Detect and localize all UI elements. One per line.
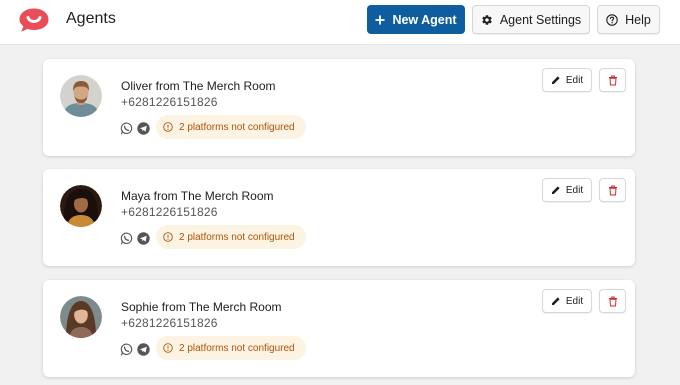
platforms-warning-text: 2 platforms not configured <box>179 231 295 243</box>
question-circle-icon <box>606 13 618 26</box>
trash-icon <box>608 75 617 85</box>
platforms-warning-text: 2 platforms not configured <box>179 342 295 354</box>
agent-name: Oliver from The Merch Room <box>121 79 276 93</box>
delete-button[interactable] <box>599 289 626 313</box>
agent-card: Oliver from The Merch Room +628122615182… <box>43 59 635 156</box>
telegram-icon[interactable] <box>137 122 150 135</box>
gear-icon <box>482 14 492 25</box>
whatsapp-icon[interactable] <box>120 122 133 135</box>
avatar <box>60 75 102 117</box>
avatar <box>60 296 102 338</box>
info-circle-icon <box>163 122 173 132</box>
delete-button[interactable] <box>599 68 626 92</box>
agent-name: Sophie from The Merch Room <box>121 300 282 314</box>
edit-button[interactable]: Edit <box>542 68 592 92</box>
edit-button[interactable]: Edit <box>542 178 592 202</box>
agent-card: Maya from The Merch Room +6281226151826 … <box>43 169 635 266</box>
info-circle-icon <box>163 343 173 353</box>
agent-phone: +6281226151826 <box>121 95 218 109</box>
whatsapp-icon[interactable] <box>120 232 133 245</box>
edit-label: Edit <box>565 74 584 86</box>
plus-icon <box>375 15 385 24</box>
avatar <box>60 185 102 227</box>
new-agent-button[interactable]: New Agent <box>367 5 465 34</box>
help-button[interactable]: Help <box>597 5 660 34</box>
top-bar: Agents New Agent Agent Settings Help <box>0 0 680 45</box>
page-title: Agents <box>66 10 116 27</box>
pencil-icon <box>551 76 560 84</box>
app-logo[interactable] <box>18 7 50 33</box>
agent-settings-label: Agent Settings <box>499 12 582 27</box>
agent-phone: +6281226151826 <box>121 205 218 219</box>
platforms-warning-text: 2 platforms not configured <box>179 121 295 133</box>
edit-button[interactable]: Edit <box>542 289 592 313</box>
trash-icon <box>608 185 617 195</box>
telegram-icon[interactable] <box>137 343 150 356</box>
pencil-icon <box>551 186 560 194</box>
info-circle-icon <box>163 232 173 242</box>
platforms-warning-badge[interactable]: 2 platforms not configured <box>156 225 306 249</box>
pencil-icon <box>551 297 560 305</box>
telegram-icon[interactable] <box>137 232 150 245</box>
delete-button[interactable] <box>599 178 626 202</box>
platforms-warning-badge[interactable]: 2 platforms not configured <box>156 336 306 360</box>
new-agent-label: New Agent <box>392 12 457 27</box>
agent-card: Sophie from The Merch Room +628122615182… <box>43 280 635 377</box>
trash-icon <box>608 296 617 306</box>
help-label: Help <box>625 12 651 27</box>
edit-label: Edit <box>565 295 584 307</box>
edit-label: Edit <box>565 184 584 196</box>
agent-settings-button[interactable]: Agent Settings <box>472 5 590 34</box>
agent-name: Maya from The Merch Room <box>121 189 274 203</box>
whatsapp-icon[interactable] <box>120 343 133 356</box>
agent-phone: +6281226151826 <box>121 316 218 330</box>
platforms-warning-badge[interactable]: 2 platforms not configured <box>156 115 306 139</box>
